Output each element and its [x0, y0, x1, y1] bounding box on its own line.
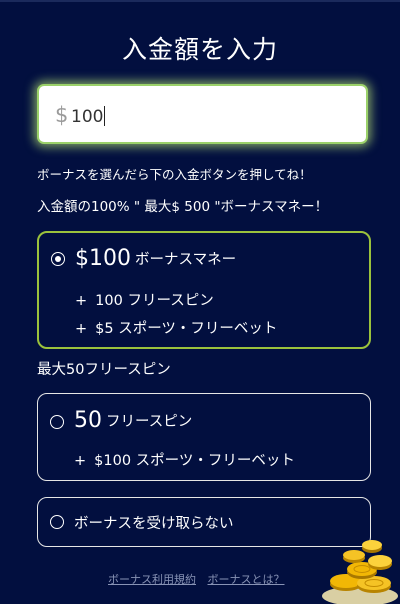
bonus-summary: 入金額の100% " 最大$ 500 "ボーナスマネー！: [37, 199, 329, 215]
top-divider: [0, 0, 400, 2]
footer-links: ボーナス利用規約 ボーナスとは？: [108, 571, 293, 587]
perk-item: + $100 スポーツ・フリーベット: [74, 453, 295, 469]
perk-item: +100 フリースピン: [75, 293, 214, 309]
bonus-option-money[interactable]: $100 ボーナスマネー +100 フリースピン + $5 スポーツ・フリーベット: [37, 231, 371, 349]
radio-selected-icon[interactable]: [51, 252, 65, 266]
radio-unselected-icon[interactable]: [50, 515, 64, 529]
perk-item: + $5 スポーツ・フリーベット: [75, 321, 278, 337]
gold-coins-icon: [322, 540, 398, 604]
bonus-label: フリースピン: [106, 414, 193, 430]
bonus-terms-link[interactable]: ボーナス利用規約: [108, 573, 196, 586]
bonus-label: ボーナスマネー: [135, 252, 237, 268]
page-title: 入金額を入力: [121, 35, 278, 64]
bonus-about-link[interactable]: ボーナスとは？: [208, 573, 285, 586]
instruction-text: ボーナスを選んだら下の入金ボタンを押してね！: [37, 167, 312, 182]
bonus-amount: $100: [75, 246, 131, 271]
bonus-amount: 50: [74, 408, 102, 433]
amount-value: 100: [71, 107, 104, 127]
section-label: 最大50フリースピン: [37, 362, 171, 378]
radio-unselected-icon[interactable]: [50, 415, 64, 429]
currency-symbol: $: [55, 103, 69, 127]
text-caret: [104, 106, 106, 126]
bonus-label: ボーナスを受け取らない: [74, 516, 234, 532]
bonus-option-freespins[interactable]: 50 フリースピン + $100 スポーツ・フリーベット: [37, 393, 371, 481]
deposit-amount-input[interactable]: $ 100: [37, 84, 368, 144]
